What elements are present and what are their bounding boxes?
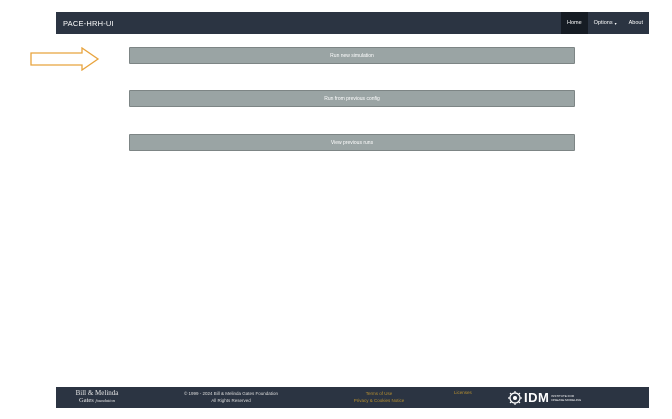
idm-logo: IDM INSTITUTE FOR DISEASE MODELING: [508, 389, 581, 406]
top-navbar: PACE-HRH-UI Home Options ▾ About: [56, 12, 649, 34]
privacy-link[interactable]: Privacy & Cookies Notice: [334, 397, 424, 404]
footer: Bill & Melinda Gates foundation © 1999 -…: [56, 387, 649, 408]
nav-menu: Home Options ▾ About: [560, 12, 649, 34]
copyright-line-1: © 1999 - 2024 Bill & Melinda Gates Found…: [183, 391, 279, 396]
gates-foundation-logo: Bill & Melinda Gates foundation: [61, 389, 133, 405]
copyright-line-2: All Rights Reserved: [211, 398, 251, 403]
app-title[interactable]: PACE-HRH-UI: [63, 19, 114, 28]
nav-about[interactable]: About: [623, 12, 649, 34]
idm-globe-icon: [508, 390, 522, 405]
footer-links: Terms of Use Privacy & Cookies Notice: [334, 390, 424, 404]
run-new-simulation-button[interactable]: Run new simulation: [129, 47, 575, 64]
logo-line-1: Bill & Melinda: [75, 389, 119, 397]
logo-line-3: foundation: [95, 398, 115, 403]
logo-line-2-text: Gates: [79, 397, 94, 404]
chevron-down-icon: ▾: [614, 20, 617, 26]
nav-home[interactable]: Home: [560, 12, 588, 34]
logo-line-2: Gates foundation: [61, 397, 133, 405]
right-arrow-icon: [30, 47, 100, 71]
idm-logo-text: IDM: [524, 390, 550, 405]
idm-logo-subtitle: INSTITUTE FOR DISEASE MODELING: [551, 393, 582, 402]
nav-options[interactable]: Options ▾: [588, 12, 623, 34]
licenses-link[interactable]: Licenses: [454, 390, 472, 395]
view-previous-runs-button[interactable]: View previous runs: [129, 134, 575, 151]
run-from-previous-config-button[interactable]: Run from previous config: [129, 90, 575, 107]
nav-options-label: Options: [593, 20, 613, 26]
terms-link[interactable]: Terms of Use: [334, 390, 424, 397]
copyright: © 1999 - 2024 Bill & Melinda Gates Found…: [166, 390, 296, 404]
